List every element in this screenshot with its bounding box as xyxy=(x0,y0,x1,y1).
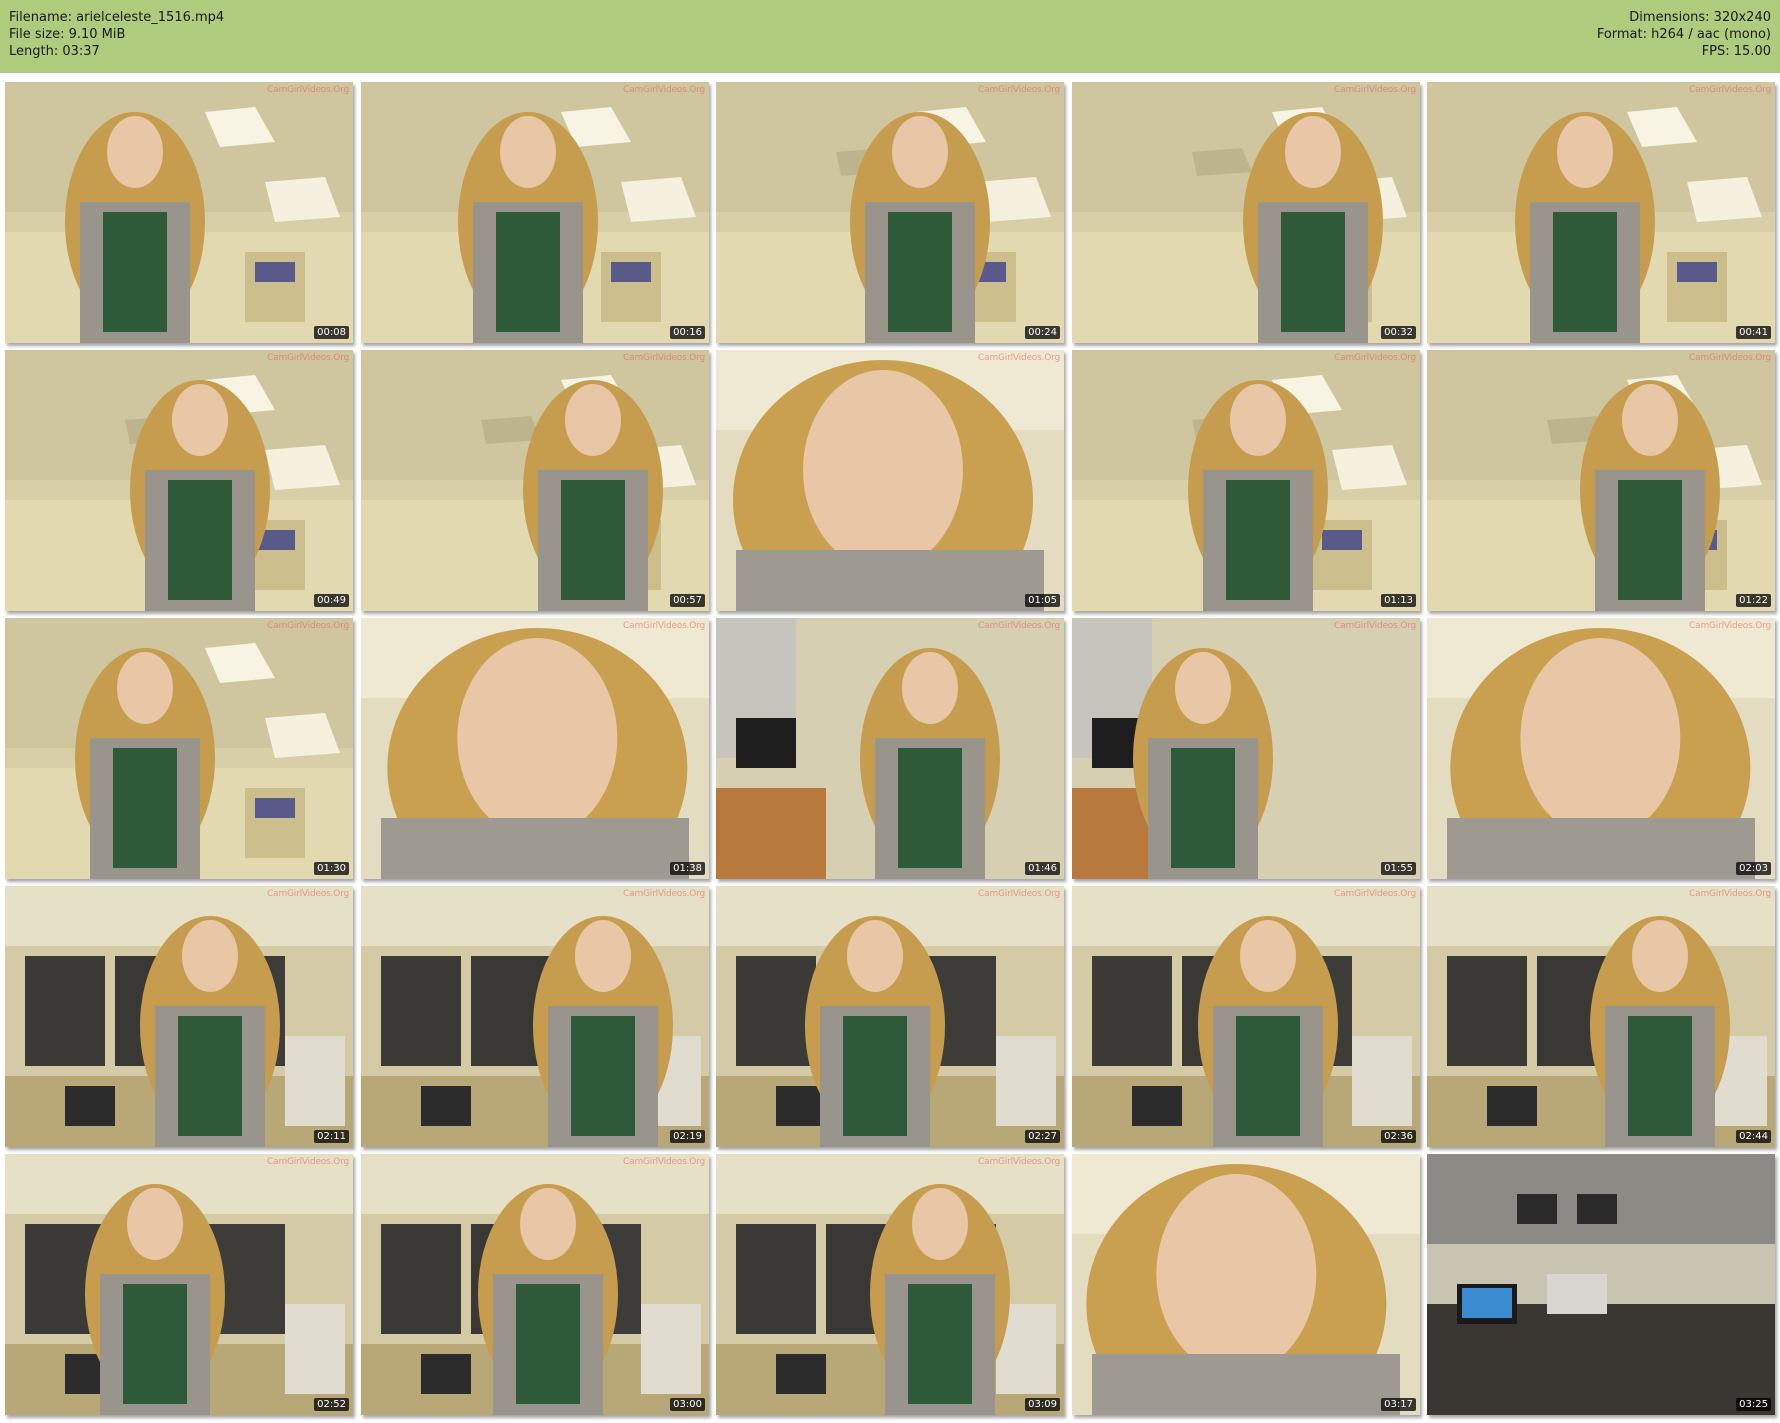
thumbnail-frame-image xyxy=(1072,350,1420,611)
thumbnail-timestamp: 01:13 xyxy=(1381,594,1416,607)
video-thumbnail[interactable]: CamGirlVideos.Org 00:08 xyxy=(5,82,353,343)
thumbnail-timestamp: 00:16 xyxy=(670,326,705,339)
video-thumbnail[interactable]: CamGirlVideos.Org 01:13 xyxy=(1072,350,1420,611)
thumbnail-frame-image xyxy=(1427,1154,1775,1415)
thumbnail-frame-image xyxy=(1072,886,1420,1147)
thumbnail-frame-image xyxy=(1427,618,1775,879)
video-thumbnail[interactable]: CamGirlVideos.Org 02:36 xyxy=(1072,886,1420,1147)
thumbnail-timestamp: 02:11 xyxy=(314,1130,349,1143)
video-thumbnail[interactable]: CamGirlVideos.Org 01:05 xyxy=(716,350,1064,611)
watermark-text: CamGirlVideos.Org xyxy=(1689,889,1771,899)
thumbnail-timestamp: 02:27 xyxy=(1025,1130,1060,1143)
thumbnail-timestamp: 00:57 xyxy=(670,594,705,607)
video-thumbnail[interactable]: CamGirlVideos.Org 02:44 xyxy=(1427,886,1775,1147)
video-thumbnail[interactable]: 03:25 xyxy=(1427,1154,1775,1415)
thumbnail-frame-image xyxy=(361,82,709,343)
watermark-text: CamGirlVideos.Org xyxy=(267,1157,349,1167)
watermark-text: CamGirlVideos.Org xyxy=(978,85,1060,95)
thumbnail-timestamp: 02:19 xyxy=(670,1130,705,1143)
video-thumbnail[interactable]: CamGirlVideos.Org 01:46 xyxy=(716,618,1064,879)
watermark-text: CamGirlVideos.Org xyxy=(1689,621,1771,631)
video-thumbnail[interactable]: CamGirlVideos.Org 02:03 xyxy=(1427,618,1775,879)
video-thumbnail[interactable]: CamGirlVideos.Org 02:52 xyxy=(5,1154,353,1415)
video-thumbnail[interactable]: CamGirlVideos.Org 01:38 xyxy=(361,618,709,879)
watermark-text: CamGirlVideos.Org xyxy=(1334,621,1416,631)
thumbnail-frame-image xyxy=(716,350,1064,611)
thumbnail-timestamp: 01:46 xyxy=(1025,862,1060,875)
watermark-text: CamGirlVideos.Org xyxy=(623,353,705,363)
thumbnail-frame-image xyxy=(5,1154,353,1415)
thumbnail-timestamp: 00:49 xyxy=(314,594,349,607)
thumbnail-frame-image xyxy=(361,1154,709,1415)
thumbnail-timestamp: 00:32 xyxy=(1381,326,1416,339)
thumbnail-timestamp: 03:00 xyxy=(670,1398,705,1411)
watermark-text: CamGirlVideos.Org xyxy=(267,85,349,95)
thumbnail-frame-image xyxy=(1427,350,1775,611)
watermark-text: CamGirlVideos.Org xyxy=(1689,85,1771,95)
thumbnail-frame-image xyxy=(716,886,1064,1147)
video-thumbnail[interactable]: CamGirlVideos.Org 00:32 xyxy=(1072,82,1420,343)
video-thumbnail[interactable]: CamGirlVideos.Org 01:22 xyxy=(1427,350,1775,611)
watermark-text: CamGirlVideos.Org xyxy=(267,621,349,631)
thumbnail-timestamp: 00:41 xyxy=(1736,326,1771,339)
thumbnail-frame-image xyxy=(5,618,353,879)
watermark-text: CamGirlVideos.Org xyxy=(267,889,349,899)
thumbnail-timestamp: 02:36 xyxy=(1381,1130,1416,1143)
thumbnail-timestamp: 02:03 xyxy=(1736,862,1771,875)
video-thumbnail[interactable]: CamGirlVideos.Org 00:41 xyxy=(1427,82,1775,343)
thumbnail-timestamp: 00:24 xyxy=(1025,326,1060,339)
thumbnail-frame-image xyxy=(361,618,709,879)
video-thumbnail[interactable]: CamGirlVideos.Org 00:57 xyxy=(361,350,709,611)
thumbnail-frame-image xyxy=(1072,618,1420,879)
thumbnail-timestamp: 01:55 xyxy=(1381,862,1416,875)
watermark-text: CamGirlVideos.Org xyxy=(623,621,705,631)
watermark-text: CamGirlVideos.Org xyxy=(1334,85,1416,95)
thumbnail-frame-image xyxy=(361,350,709,611)
thumbnail-timestamp: 03:25 xyxy=(1736,1398,1771,1411)
thumbnail-frame-image xyxy=(1427,82,1775,343)
watermark-text: CamGirlVideos.Org xyxy=(1334,353,1416,363)
thumbnail-frame-image xyxy=(716,618,1064,879)
thumbnail-timestamp: 01:30 xyxy=(314,862,349,875)
watermark-text: CamGirlVideos.Org xyxy=(623,889,705,899)
thumbnail-timestamp: 03:17 xyxy=(1381,1398,1416,1411)
thumbnail-frame-image xyxy=(716,82,1064,343)
thumbnail-frame-image xyxy=(5,350,353,611)
video-thumbnail[interactable]: CamGirlVideos.Org 01:55 xyxy=(1072,618,1420,879)
thumbnail-frame-image xyxy=(1072,82,1420,343)
watermark-text: CamGirlVideos.Org xyxy=(267,353,349,363)
video-thumbnail[interactable]: 03:17 xyxy=(1072,1154,1420,1415)
thumbnail-timestamp: 02:52 xyxy=(314,1398,349,1411)
thumbnail-grid: CamGirlVideos.Org 00:08 CamGirlVideos.Org 0… xyxy=(0,0,1780,1423)
thumbnail-frame-image xyxy=(1072,1154,1420,1415)
video-thumbnail[interactable]: CamGirlVideos.Org 02:19 xyxy=(361,886,709,1147)
thumbnail-timestamp: 02:44 xyxy=(1736,1130,1771,1143)
thumbnail-frame-image xyxy=(5,82,353,343)
thumbnail-timestamp: 03:09 xyxy=(1025,1398,1060,1411)
watermark-text: CamGirlVideos.Org xyxy=(978,621,1060,631)
watermark-text: CamGirlVideos.Org xyxy=(1689,353,1771,363)
watermark-text: CamGirlVideos.Org xyxy=(623,85,705,95)
video-thumbnail[interactable]: CamGirlVideos.Org 01:30 xyxy=(5,618,353,879)
video-thumbnail[interactable]: CamGirlVideos.Org 00:49 xyxy=(5,350,353,611)
thumbnail-frame-image xyxy=(5,886,353,1147)
watermark-text: CamGirlVideos.Org xyxy=(978,353,1060,363)
watermark-text: CamGirlVideos.Org xyxy=(623,1157,705,1167)
watermark-text: CamGirlVideos.Org xyxy=(1334,889,1416,899)
thumbnail-frame-image xyxy=(716,1154,1064,1415)
thumbnail-timestamp: 01:22 xyxy=(1736,594,1771,607)
video-thumbnail[interactable]: CamGirlVideos.Org 02:27 xyxy=(716,886,1064,1147)
thumbnail-frame-image xyxy=(361,886,709,1147)
video-thumbnail[interactable]: CamGirlVideos.Org 03:09 xyxy=(716,1154,1064,1415)
thumbnail-timestamp: 01:05 xyxy=(1025,594,1060,607)
video-thumbnail[interactable]: CamGirlVideos.Org 00:24 xyxy=(716,82,1064,343)
video-thumbnail[interactable]: CamGirlVideos.Org 02:11 xyxy=(5,886,353,1147)
watermark-text: CamGirlVideos.Org xyxy=(978,1157,1060,1167)
thumbnail-frame-image xyxy=(1427,886,1775,1147)
watermark-text: CamGirlVideos.Org xyxy=(978,889,1060,899)
video-thumbnail[interactable]: CamGirlVideos.Org 03:00 xyxy=(361,1154,709,1415)
video-thumbnail[interactable]: CamGirlVideos.Org 00:16 xyxy=(361,82,709,343)
thumbnail-timestamp: 01:38 xyxy=(670,862,705,875)
thumbnail-timestamp: 00:08 xyxy=(314,326,349,339)
